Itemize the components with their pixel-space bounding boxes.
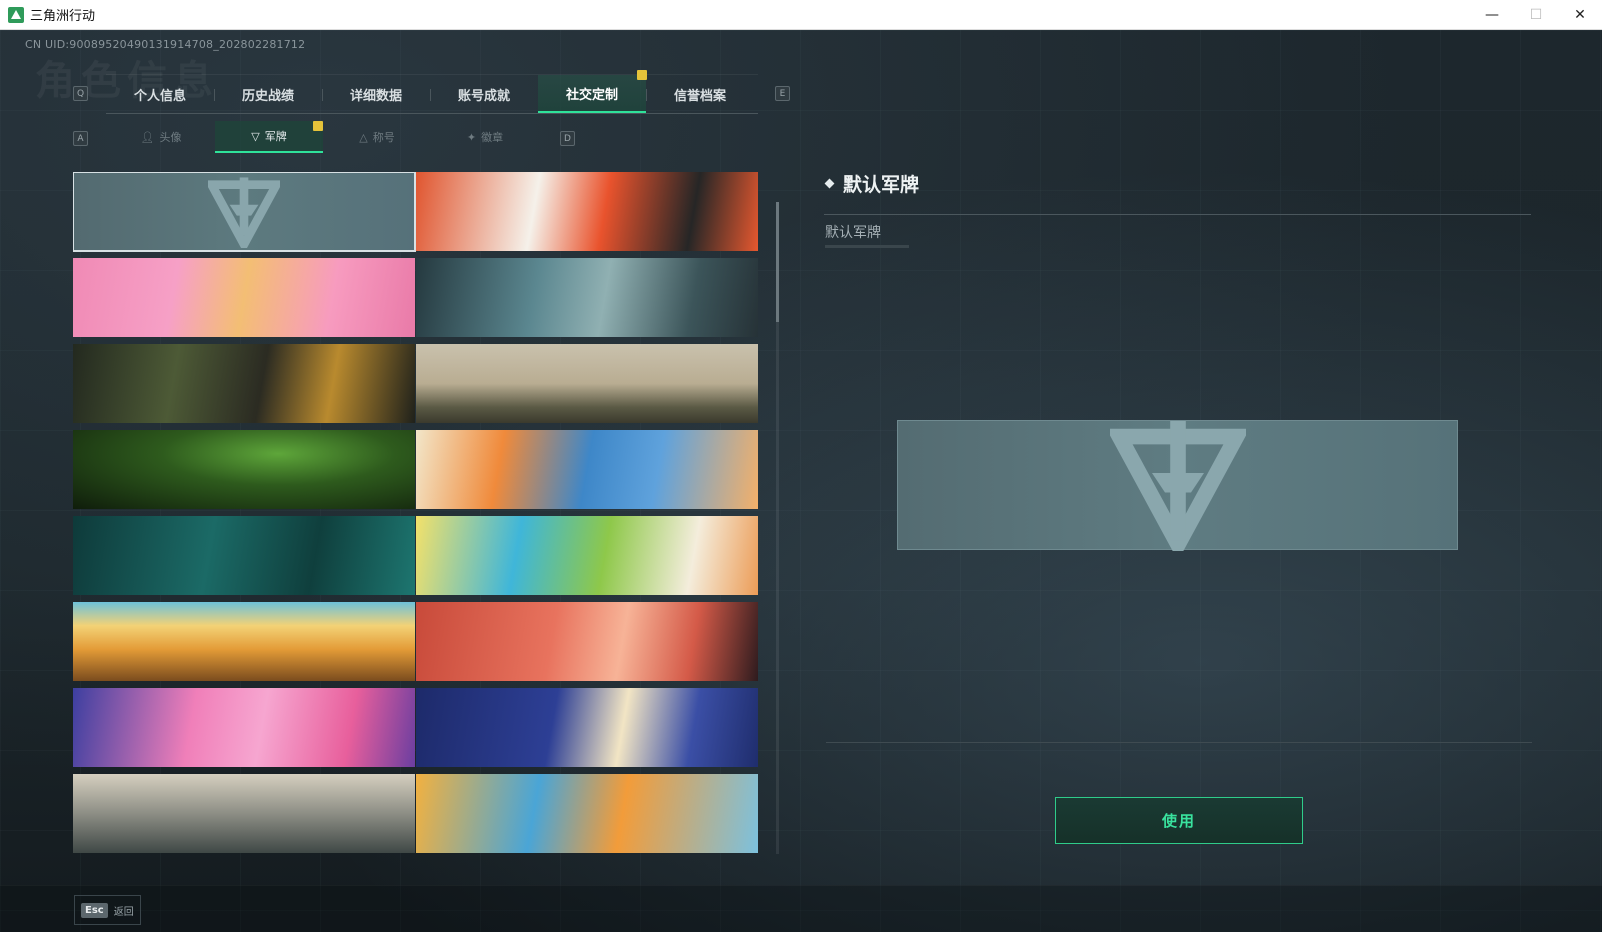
plate-cats-pink[interactable] [73,258,415,337]
detail-title: 默认军牌 [824,170,920,197]
subtab-title[interactable]: △ 称号 [323,121,431,153]
new-badge-subtab [313,121,323,131]
detail-title-text: 默认军牌 [843,174,920,196]
plate-desert-surreal[interactable] [73,602,415,681]
app-logo-icon [8,6,24,23]
plate-beach[interactable] [73,774,415,853]
tab-history[interactable]: 历史战绩 [214,75,322,113]
tab-personal-info[interactable]: 个人信息 [106,75,214,113]
plate-anime-orange[interactable] [416,172,758,251]
subtab-avatar-label: 头像 [159,131,182,144]
plate-preview [897,420,1458,551]
plate-orange-blue-art[interactable] [416,430,758,509]
plate-sniper-desert[interactable] [416,344,758,423]
plate-helicopter-teal[interactable] [416,258,758,337]
tab-social-custom[interactable]: 社交定制 [538,75,646,113]
tab-detailed-data[interactable]: 详细数据 [322,75,430,113]
use-button[interactable]: 使用 [1055,797,1303,844]
main-tabs: 个人信息 历史战绩 详细数据 账号成就 社交定制 信誉档案 [106,74,758,114]
subtab-plate[interactable]: ▽ 军牌 [215,121,323,153]
diamond-icon [824,178,835,189]
subtab-badge-label: 徽章 [481,131,504,144]
tab-next-key-hint[interactable]: E [775,86,790,101]
plate-night-chibi[interactable] [416,688,758,767]
sub-tabs: 👤︎ 头像 ▽ 军牌 △ 称号 ✦ 徽章 [107,121,541,155]
back-label: 返回 [113,906,134,918]
subtab-avatar[interactable]: 👤︎ 头像 [107,121,215,153]
subtab-title-label: 称号 [372,131,395,144]
uid-label: CN UID:9008952049013191470​8_20280228171… [25,38,306,51]
window-title: 三角洲行动 [30,9,96,24]
close-button[interactable]: ✕ [1558,0,1602,30]
minimize-button[interactable]: — [1470,0,1514,30]
badge-icon: ✦ [466,130,477,144]
detail-divider [824,214,1531,215]
default-plate[interactable] [73,172,416,252]
plate-music-anime[interactable] [416,516,758,595]
person-icon: 👤︎ [140,130,155,144]
plate-green-nightvision[interactable] [73,430,415,509]
delta-logo-icon [208,177,280,248]
footer-bar [0,885,1602,932]
detail-subtitle-underline [825,245,909,248]
tab-achievements[interactable]: 账号成就 [430,75,538,113]
plate-icon: ▽ [251,129,260,143]
plate-gym-teal[interactable] [73,516,415,595]
tab-credit-record[interactable]: 信誉档案 [646,75,754,113]
plate-grid [73,172,767,854]
back-button[interactable]: Esc 返回 [74,895,141,925]
subtab-next-key-hint[interactable]: D [560,131,575,146]
maximize-button[interactable]: ☐ [1514,0,1558,30]
detail-bottom-divider [826,742,1532,743]
delta-logo-icon [1110,421,1246,551]
subtab-plate-label: 军牌 [264,130,287,143]
tab-prev-key-hint[interactable]: Q [73,86,88,101]
plate-pink-city[interactable] [73,688,415,767]
new-badge-tab [637,70,647,80]
plate-sunset-girl[interactable] [416,602,758,681]
window-titlebar: 三角洲行动 — ☐ ✕ [0,0,1602,30]
window-controls: — ☐ ✕ [1470,0,1602,30]
esc-key-hint: Esc [81,902,108,918]
subtab-prev-key-hint[interactable]: A [73,131,88,146]
subtab-badge[interactable]: ✦ 徽章 [431,121,539,153]
title-icon: △ [359,130,368,144]
detail-subtitle: 默认军牌 [825,225,881,241]
plate-colorful-street[interactable] [416,774,758,853]
game-main-area: 角色信息 CN UID:9008952049013191470​8_202802… [0,30,1602,932]
plate-weapons-table[interactable] [73,344,415,423]
plate-grid-scrollbar-thumb[interactable] [776,202,779,322]
